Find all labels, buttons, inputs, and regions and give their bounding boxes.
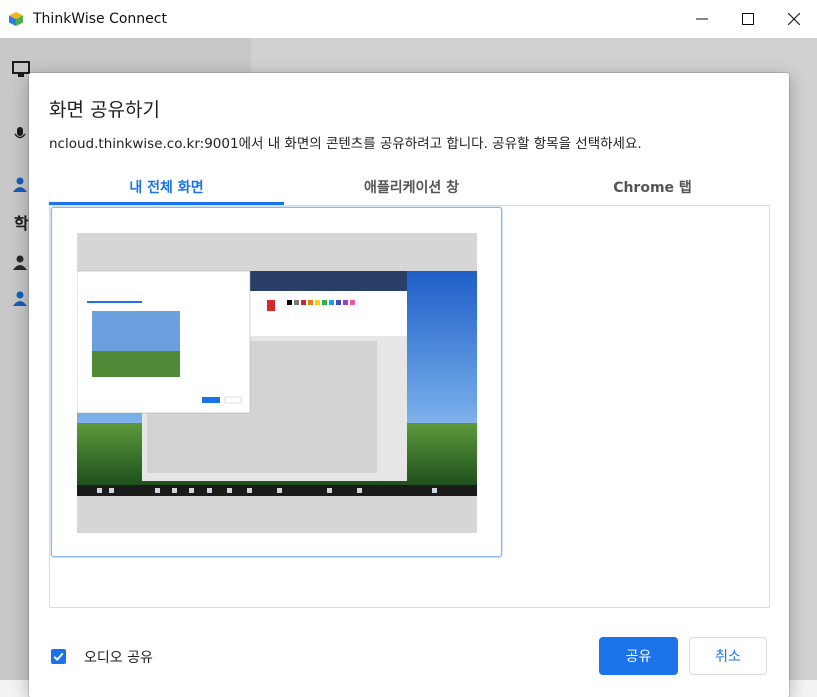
- tab-label: 애플리케이션 창: [363, 179, 460, 196]
- tab-application-window[interactable]: 애플리케이션 창: [294, 168, 529, 205]
- share-source-panel: [49, 205, 770, 608]
- audio-share-checkbox[interactable]: [51, 649, 66, 664]
- share-source-tabs: 내 전체 화면 애플리케이션 창 Chrome 탭: [49, 168, 769, 205]
- minimize-icon: [696, 18, 708, 20]
- title-bar: ThinkWise Connect: [0, 0, 817, 38]
- minimize-button[interactable]: [679, 0, 725, 38]
- modal-overlay: 화면 공유하기 ncloud.thinkwise.co.kr:9001에서 내 …: [0, 38, 817, 697]
- screen-preview-thumbnail: [77, 233, 477, 533]
- screen-preview-image: [77, 270, 477, 496]
- tab-chrome-tab[interactable]: Chrome 탭: [535, 168, 770, 205]
- maximize-button[interactable]: [725, 0, 771, 38]
- checkmark-icon: [53, 652, 64, 661]
- app-cube-icon: [9, 12, 23, 26]
- close-icon: [788, 13, 800, 25]
- tab-label: 내 전체 화면: [129, 179, 204, 196]
- cancel-button[interactable]: 취소: [689, 637, 767, 675]
- tab-entire-screen[interactable]: 내 전체 화면: [49, 168, 284, 205]
- dialog-description: ncloud.thinkwise.co.kr:9001에서 내 화면의 콘텐츠를…: [49, 136, 642, 152]
- share-button[interactable]: 공유: [599, 637, 678, 675]
- maximize-icon: [742, 13, 754, 25]
- entire-screen-option[interactable]: [51, 207, 502, 557]
- audio-share-label[interactable]: 오디오 공유: [84, 647, 153, 667]
- dialog-title: 화면 공유하기: [49, 99, 160, 121]
- tab-label: Chrome 탭: [613, 179, 692, 196]
- close-button[interactable]: [771, 0, 817, 38]
- window-title: ThinkWise Connect: [33, 11, 167, 27]
- screen-share-dialog: 화면 공유하기 ncloud.thinkwise.co.kr:9001에서 내 …: [29, 73, 789, 697]
